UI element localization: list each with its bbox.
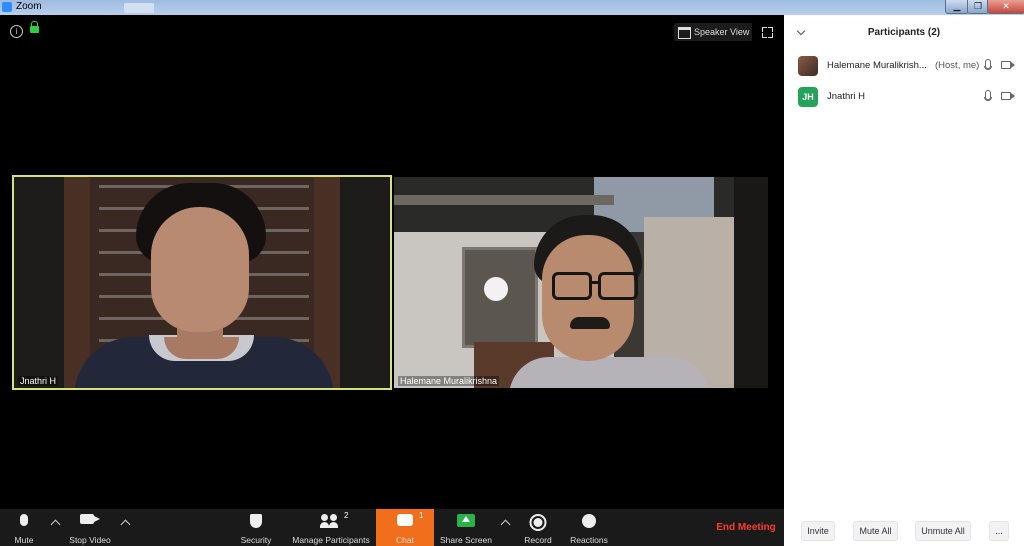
mute-all-button[interactable]: Mute All bbox=[853, 521, 898, 541]
microphone-icon bbox=[20, 514, 28, 526]
zoom-app-icon bbox=[2, 2, 12, 12]
participant-role-tag: (Host, me) bbox=[935, 60, 980, 71]
audio-options-caret[interactable] bbox=[50, 519, 61, 530]
video-camera-icon bbox=[80, 514, 100, 524]
video-tile-jnathri[interactable]: Jnathri H bbox=[12, 175, 392, 390]
minimize-button[interactable]: ▁ bbox=[945, 0, 969, 14]
shield-icon bbox=[250, 514, 262, 528]
participant-name: Jnathri H bbox=[827, 91, 866, 102]
end-meeting-button[interactable]: End Meeting bbox=[708, 516, 784, 540]
speaker-view-label: Speaker View bbox=[694, 27, 750, 37]
video-options-caret[interactable] bbox=[120, 519, 131, 530]
fullscreen-icon[interactable] bbox=[762, 27, 773, 38]
avatar bbox=[798, 56, 818, 76]
speaker-view-button[interactable]: Speaker View bbox=[674, 23, 752, 41]
reactions-label: Reactions bbox=[570, 535, 608, 545]
security-label: Security bbox=[240, 535, 272, 545]
titlebar-tab bbox=[124, 3, 154, 13]
tile-name-label: Jnathri H bbox=[18, 376, 59, 386]
invite-button[interactable]: Invite bbox=[801, 521, 835, 541]
unmute-all-button[interactable]: Unmute All bbox=[915, 521, 971, 541]
mute-button[interactable]: Mute bbox=[6, 509, 42, 546]
more-options-button[interactable]: ... bbox=[989, 521, 1009, 541]
maximize-button[interactable]: ❐ bbox=[967, 0, 989, 14]
participants-title: Participants (2) bbox=[867, 27, 941, 38]
video-camera-icon bbox=[1001, 61, 1015, 69]
chat-icon bbox=[397, 514, 413, 526]
close-button[interactable]: ✕ bbox=[987, 0, 1024, 14]
lock-icon[interactable] bbox=[30, 21, 39, 33]
microphone-icon bbox=[984, 90, 992, 101]
participant-row[interactable]: Halemane Muralikrish... (Host, me) bbox=[784, 53, 1024, 79]
avatar: JH bbox=[798, 87, 818, 107]
share-screen-label: Share Screen bbox=[440, 535, 492, 545]
participants-count-badge: 2 bbox=[344, 511, 349, 520]
share-screen-icon bbox=[457, 514, 475, 527]
security-button[interactable]: Security bbox=[236, 509, 276, 546]
chat-button[interactable]: 1 Chat bbox=[376, 509, 434, 546]
participants-icon bbox=[320, 514, 342, 528]
record-icon bbox=[529, 514, 547, 531]
mute-label: Mute bbox=[14, 535, 34, 545]
participants-header: Participants (2) bbox=[784, 15, 1024, 49]
participants-panel: Participants (2) Halemane Muralikrish...… bbox=[784, 15, 1024, 546]
record-label: Record bbox=[524, 535, 552, 545]
video-stage: i Speaker View Jnathri H Halemane Murali… bbox=[0, 15, 784, 509]
tile-name-label: Halemane Muralikrishna bbox=[398, 376, 500, 386]
video-camera-icon bbox=[1001, 92, 1015, 100]
chat-label: Chat bbox=[396, 535, 414, 545]
share-options-caret[interactable] bbox=[500, 519, 511, 530]
reactions-button[interactable]: Reactions bbox=[566, 509, 612, 546]
video-tile-halemane[interactable]: Halemane Muralikrishna bbox=[394, 177, 768, 388]
participant-row[interactable]: JH Jnathri H bbox=[784, 84, 1024, 110]
speaker-view-icon bbox=[678, 27, 691, 39]
share-screen-button[interactable]: Share Screen bbox=[438, 509, 494, 546]
stop-video-label: Stop Video bbox=[69, 535, 111, 545]
window-title: Zoom bbox=[16, 1, 42, 12]
stop-video-button[interactable]: Stop Video bbox=[64, 509, 116, 546]
reactions-icon bbox=[582, 514, 596, 528]
window-titlebar: Zoom ▁ ❐ ✕ bbox=[0, 0, 1024, 15]
microphone-icon bbox=[984, 59, 992, 70]
info-icon[interactable]: i bbox=[10, 25, 23, 38]
chat-unread-badge: 1 bbox=[419, 511, 424, 520]
manage-participants-label: Manage Participants bbox=[292, 535, 370, 545]
participant-name: Halemane Muralikrish... bbox=[827, 60, 927, 71]
video-feed bbox=[14, 177, 390, 388]
manage-participants-button[interactable]: 2 Manage Participants bbox=[288, 509, 374, 546]
video-feed bbox=[394, 177, 768, 388]
meeting-toolbar: Mute Stop Video Security 2 Manage Partic… bbox=[0, 509, 784, 546]
record-button[interactable]: Record bbox=[518, 509, 558, 546]
